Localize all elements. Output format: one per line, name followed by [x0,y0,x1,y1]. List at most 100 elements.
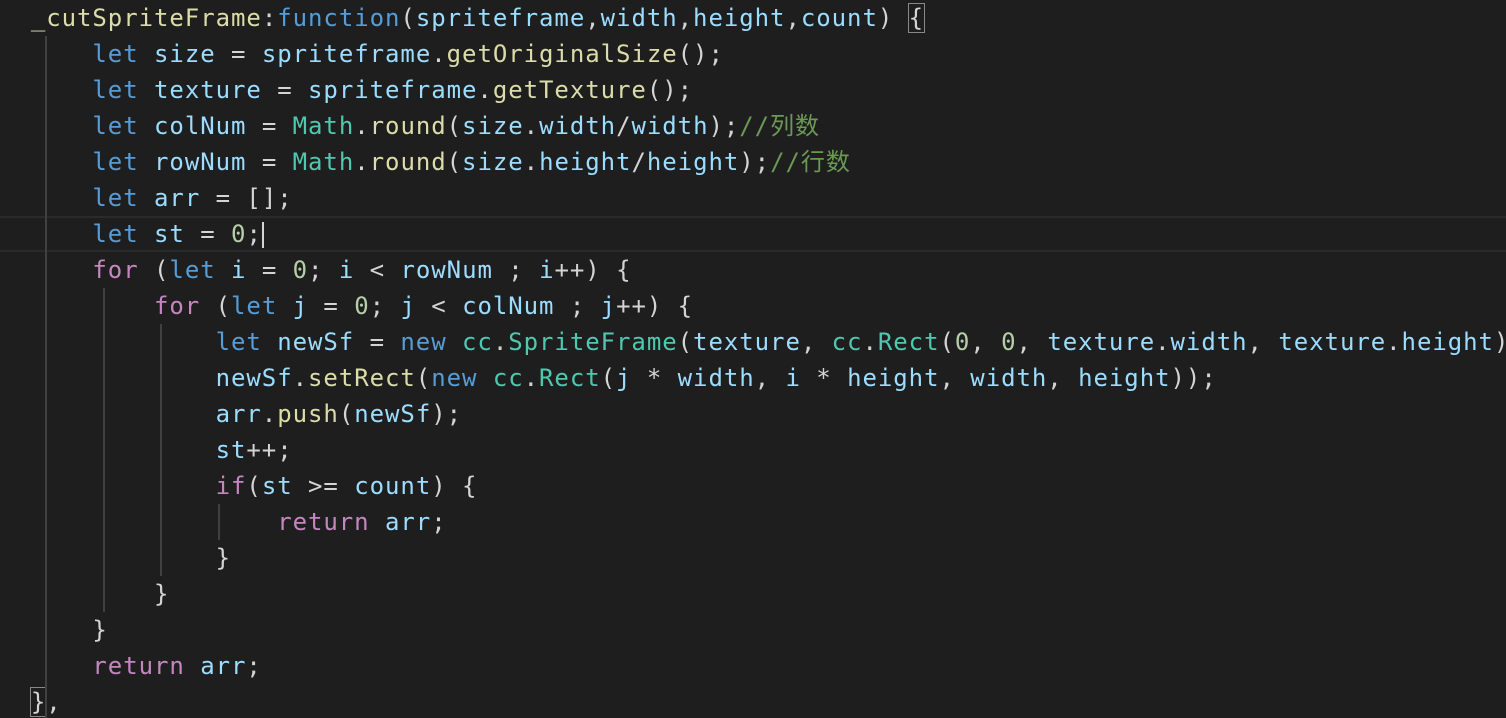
code-token: newSf [215,364,293,392]
code-token: = [246,148,293,176]
code-token: . [354,148,370,176]
code-token: ( [446,112,463,140]
code-token: height [847,364,940,392]
code-line[interactable]: newSf.setRect(new cc.Rect(j * width, i *… [0,360,1506,396]
code-token: , [800,328,832,356]
code-line[interactable]: } [0,576,1506,612]
code-token: ; [492,256,540,284]
code-line[interactable]: let texture = spriteframe.getTexture(); [0,72,1506,108]
code-line[interactable]: let rowNum = Math.round(size.height/heig… [0,144,1506,180]
code-token: let [92,148,139,176]
code-token: . [523,112,540,140]
code-token: ); [431,400,463,428]
code-token: SpriteFrame [508,328,678,356]
code-token: i [338,256,355,284]
code-area[interactable]: _cutSpriteFrame:function(spriteframe,wid… [0,0,1506,718]
code-token: cc [462,328,493,356]
code-token: ; [308,256,339,284]
code-line[interactable]: for (let j = 0; j < colNum ; j++) { [0,288,1506,324]
indent-guide [218,504,220,540]
code-token: * [631,364,678,392]
code-token: texture [1278,328,1387,356]
code-token: let [231,292,278,320]
code-token: ( [600,364,617,392]
code-line[interactable]: let st = 0; [0,216,1506,252]
code-token: ) [877,4,909,32]
code-line[interactable]: return arr; [0,648,1506,684]
code-token: texture [154,76,262,104]
code-line[interactable]: let arr = []; [0,180,1506,216]
code-token: , [1047,364,1079,392]
code-token: newSf [277,328,355,356]
code-token: for [154,292,201,320]
code-token: count [800,4,878,32]
code-token: ( [400,4,416,32]
code-token: . [523,364,540,392]
code-token: width [1170,328,1248,356]
code-token: ++) { [616,292,694,320]
code-token: . [261,400,278,428]
code-token: size [154,40,216,68]
code-token: getOriginalSize [446,40,678,68]
code-line[interactable]: st++; [0,432,1506,468]
code-token: = [184,220,232,248]
code-token: . [1155,328,1171,356]
code-token: spriteframe [415,4,586,32]
code-token: let [92,220,139,248]
code-token: _cutSpriteFrame [30,4,262,32]
code-token: 0 [954,328,971,356]
code-token: 0 [1001,328,1017,356]
code-token: } [29,687,48,717]
code-token: arr [154,184,201,212]
code-token: = [354,328,401,356]
code-token: * [800,364,848,392]
code-token: ( [446,148,463,176]
code-line[interactable]: let size = spriteframe.getOriginalSize()… [0,36,1506,72]
code-editor[interactable]: _cutSpriteFrame:function(spriteframe,wid… [0,0,1506,718]
code-token: round [369,148,447,176]
code-token: i [785,364,801,392]
code-line[interactable]: let newSf = new cc.SpriteFrame(texture, … [0,324,1506,360]
code-token: j [400,292,416,320]
code-token: { [907,3,926,33]
code-token: , [46,688,62,716]
code-token: . [354,112,370,140]
code-line[interactable]: }, [0,684,1506,718]
code-token: return [277,508,370,536]
code-token: //列数 [739,112,820,140]
code-token: / [616,112,632,140]
code-token: round [369,112,447,140]
code-line[interactable]: _cutSpriteFrame:function(spriteframe,wid… [0,0,1506,36]
code-line[interactable]: } [0,612,1506,648]
code-token: ; [369,292,401,320]
code-token: = []; [200,184,293,212]
code-token: , [754,364,786,392]
code-line[interactable]: let colNum = Math.round(size.width/width… [0,108,1506,144]
code-token: / [631,148,647,176]
code-token: arr [215,400,262,428]
code-token: = [246,256,293,284]
code-token: j [292,292,309,320]
code-token: , [939,364,971,392]
code-line[interactable]: } [0,540,1506,576]
code-line[interactable]: return arr; [0,504,1506,540]
code-token: ( [246,472,262,500]
code-token: texture [1047,328,1156,356]
code-token: cc [831,328,863,356]
code-token: 0 [292,256,309,284]
code-line[interactable]: arr.push(newSf); [0,396,1506,432]
code-token: ; [554,292,601,320]
code-line[interactable]: if(st >= count) { [0,468,1506,504]
code-line[interactable]: for (let i = 0; i < rowNum ; i++) { [0,252,1506,288]
code-token: cc [492,364,524,392]
code-token: ++; [246,436,293,464]
